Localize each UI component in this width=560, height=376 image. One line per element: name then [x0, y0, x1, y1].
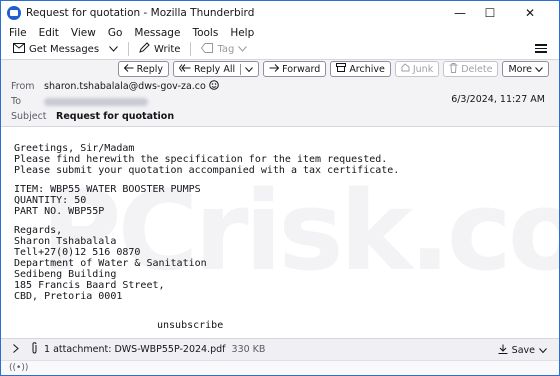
menu-edit[interactable]: Edit [39, 27, 59, 39]
archive-button[interactable]: Archive [330, 61, 391, 77]
message-body: PCrisk.com Greetings, Sir/Madam Please f… [1, 127, 559, 338]
archive-label: Archive [349, 63, 385, 75]
message-actions: Reply Reply All Forward Archive Junk Del… [117, 61, 549, 77]
inbox-download-icon [13, 42, 25, 56]
junk-icon [401, 63, 410, 75]
recipient-address-redacted [44, 97, 149, 106]
tag-label: Tag [217, 43, 235, 55]
get-messages-label: Get Messages [29, 43, 100, 55]
message-date: 6/3/2024, 11:27 AM [451, 94, 545, 105]
body-signature: Regards, Sharon Tshabalala Tell+27(0)12 … [14, 225, 207, 302]
reply-arrow-icon [123, 63, 134, 75]
save-label: Save [511, 345, 535, 356]
write-button[interactable]: Write [139, 42, 180, 56]
window-title: Request for quotation - Mozilla Thunderb… [26, 7, 255, 19]
title-bar: Request for quotation - Mozilla Thunderb… [1, 1, 559, 25]
reply-button[interactable]: Reply [117, 61, 169, 77]
menu-tools[interactable]: Tools [192, 27, 218, 39]
chevron-right-icon[interactable] [13, 343, 19, 356]
maximize-button[interactable]: ☐ [475, 4, 505, 22]
main-toolbar: Get Messages Write Tag [1, 39, 559, 59]
menu-help[interactable]: Help [230, 27, 254, 39]
attachment-bar[interactable]: 1 attachment: DWS-WBP55P-2024.pdf 330 KB… [1, 338, 559, 360]
get-messages-button[interactable]: Get Messages [13, 42, 100, 56]
forward-label: Forward [282, 63, 321, 75]
chevron-down-icon[interactable] [240, 63, 253, 75]
from-label: From [11, 81, 35, 92]
more-label: More [508, 63, 532, 75]
reply-all-icon [178, 63, 191, 75]
from-row: From sharon.tshabalala@dws-gov-za.co [11, 80, 219, 92]
reply-all-button[interactable]: Reply All [172, 61, 260, 77]
junk-label: Junk [412, 63, 434, 75]
forward-arrow-icon [269, 63, 280, 75]
subject-row: Subject Request for quotation [11, 111, 174, 122]
attachment-label[interactable]: 1 attachment: DWS-WBP55P-2024.pdf [44, 344, 226, 355]
get-messages-dropdown[interactable] [109, 44, 118, 55]
thunderbird-window: Request for quotation - Mozilla Thunderb… [0, 0, 560, 376]
close-button[interactable]: ✕ [515, 4, 545, 22]
chevron-down-icon [535, 64, 543, 75]
reply-label: Reply [136, 63, 163, 75]
paperclip-icon [31, 342, 38, 357]
online-status-icon[interactable]: ((•)) [9, 363, 28, 373]
junk-button[interactable]: Junk [394, 61, 440, 77]
minimize-button[interactable]: — [445, 4, 475, 22]
chevron-down-icon [109, 44, 118, 55]
download-icon [498, 344, 508, 357]
tag-button[interactable]: Tag [201, 42, 248, 56]
save-attachment-button[interactable]: Save [498, 344, 547, 357]
trash-icon [449, 62, 458, 76]
menu-view[interactable]: View [71, 27, 96, 39]
sender-address[interactable]: sharon.tshabalala@dws-gov-za.co [44, 81, 206, 92]
unsubscribe-link[interactable]: unsubscribe [157, 320, 223, 331]
menu-go[interactable]: Go [108, 27, 123, 39]
body-greeting: Greetings, Sir/Madam Please find herewit… [14, 143, 400, 176]
to-row: To [11, 96, 149, 107]
subject-label: Subject [11, 111, 47, 122]
archive-box-icon [336, 63, 347, 75]
tag-icon [201, 42, 214, 56]
toolbar-divider [190, 42, 192, 56]
forward-button[interactable]: Forward [263, 61, 327, 77]
pencil-icon [139, 42, 150, 56]
app-menu-icon[interactable] [535, 42, 547, 54]
thunderbird-logo-icon [7, 6, 21, 20]
attachment-size: 330 KB [231, 344, 266, 355]
chevron-down-icon [238, 44, 248, 55]
subject-value: Request for quotation [56, 111, 175, 122]
menu-file[interactable]: File [9, 27, 27, 39]
reply-all-label: Reply All [193, 63, 236, 75]
to-label: To [11, 96, 22, 107]
toolbar-divider [128, 42, 130, 56]
status-bar: ((•)) [1, 360, 559, 375]
chevron-down-icon[interactable] [539, 345, 547, 356]
more-button[interactable]: More [502, 61, 549, 77]
write-label: Write [154, 43, 181, 55]
menu-bar: File Edit View Go Message Tools Help [1, 25, 559, 40]
delete-button[interactable]: Delete [443, 61, 499, 77]
delete-label: Delete [461, 63, 493, 75]
contact-status-icon[interactable] [209, 80, 219, 92]
body-item-details: ITEM: WBP55 WATER BOOSTER PUMPS QUANTITY… [14, 184, 201, 217]
message-header: Reply Reply All Forward Archive Junk Del… [1, 60, 559, 126]
menu-message[interactable]: Message [134, 27, 180, 39]
